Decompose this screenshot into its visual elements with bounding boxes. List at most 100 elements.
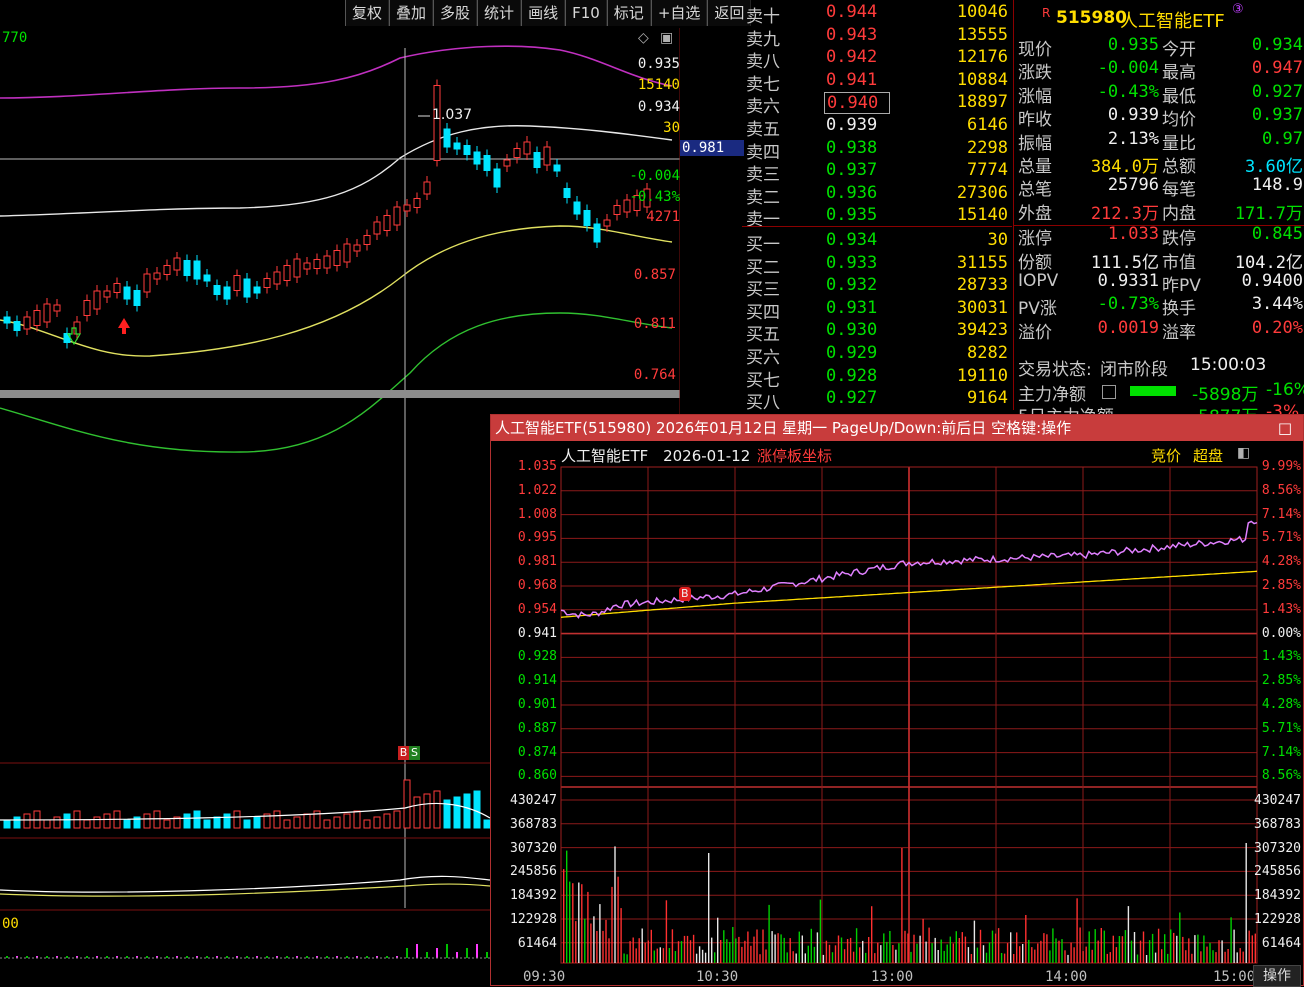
sell-level-row[interactable]: 卖九 0.943 13555 bbox=[742, 25, 1012, 50]
toolbar-fuquan-button[interactable]: 复权 bbox=[345, 0, 390, 26]
toolbar-f10-button[interactable]: F10 bbox=[565, 0, 607, 26]
popup-time-label: 09:30 bbox=[523, 969, 566, 985]
toolbar-multi-stock-button[interactable]: 多股 bbox=[433, 0, 478, 26]
sell-level-row[interactable]: 卖六 0.940 18897 bbox=[742, 92, 1012, 117]
buy-level-row[interactable]: 买三 0.932 28733 bbox=[742, 275, 1012, 300]
volume-bar bbox=[647, 940, 649, 963]
quote-key: PV涨 bbox=[1018, 299, 1057, 320]
buy-level-row[interactable]: 买四 0.931 30031 bbox=[742, 298, 1012, 323]
candle-body bbox=[473, 151, 481, 165]
popup-pct-label: 2.85% bbox=[1261, 578, 1301, 593]
toolbar-overlay-button[interactable]: 叠加 bbox=[389, 0, 434, 26]
level-price: 0.934 bbox=[826, 230, 878, 250]
sell-level-row[interactable]: 卖十 0.944 10046 bbox=[742, 2, 1012, 27]
quote-key: 涨停 bbox=[1018, 229, 1052, 250]
candle-body bbox=[463, 145, 471, 155]
sell-level-row[interactable]: 卖七 0.941 10884 bbox=[742, 70, 1012, 95]
candle-body bbox=[213, 285, 221, 295]
indicator-bar bbox=[266, 956, 268, 958]
level-volume: 30 bbox=[987, 230, 1008, 250]
volume-bar bbox=[353, 810, 361, 829]
toolbar-mark-button[interactable]: 标记 bbox=[606, 0, 651, 26]
sell-level-row[interactable]: 卖八 0.942 12176 bbox=[742, 47, 1012, 72]
popup-price-label: 1.022 bbox=[517, 482, 557, 498]
quote-value: 0.937 bbox=[1251, 105, 1303, 126]
popup-vol-label-right: 368783 bbox=[1254, 816, 1301, 832]
quote-value: 3.44% bbox=[1251, 294, 1303, 315]
level-label: 卖十 bbox=[746, 7, 780, 27]
volume-bar bbox=[1188, 938, 1190, 963]
volume-bar bbox=[1046, 934, 1048, 963]
quote-value: 25796 bbox=[1107, 175, 1159, 196]
level-volume: 8282 bbox=[967, 343, 1008, 363]
popup-vol-label-right: 122928 bbox=[1254, 912, 1301, 927]
volume-bar bbox=[273, 810, 281, 829]
sell-level-row[interactable]: 卖五 0.939 6146 bbox=[742, 115, 1012, 140]
candle-body bbox=[413, 198, 421, 208]
volume-bar bbox=[599, 904, 601, 963]
quote-value: 2.13% bbox=[1107, 128, 1159, 149]
volume-bar bbox=[1215, 952, 1217, 963]
intraday-popup[interactable]: 人工智能ETF(515980) 2026年01月12日 星期一 PageUp/D… bbox=[490, 414, 1304, 987]
quote-value: 0.0019 bbox=[1097, 317, 1159, 338]
buy-level-row[interactable]: 买一 0.934 30 bbox=[742, 230, 1012, 255]
indicator-bar bbox=[326, 956, 328, 958]
operation-button[interactable]: 操作 bbox=[1253, 965, 1301, 987]
volume-bar bbox=[762, 929, 764, 963]
quote-key: 外盘 bbox=[1018, 203, 1052, 224]
candle-body bbox=[543, 146, 551, 166]
indicator-bar bbox=[386, 956, 388, 958]
volume-bar bbox=[928, 927, 930, 963]
popup-price-label: 0.954 bbox=[517, 601, 557, 617]
volume-bar bbox=[1013, 954, 1015, 963]
volume-bar bbox=[777, 933, 779, 963]
sell-level-row[interactable]: 卖一 0.935 15140 bbox=[742, 205, 1012, 230]
indicator-bar bbox=[486, 952, 488, 958]
volume-bar bbox=[1115, 947, 1118, 963]
toolbar-stats-button[interactable]: 统计 bbox=[477, 0, 522, 26]
volume-bar bbox=[123, 819, 131, 829]
volume-bar bbox=[834, 945, 837, 963]
toolbar-watchlist-button[interactable]: +自选 bbox=[650, 0, 708, 26]
sell-level-row[interactable]: 卖三 0.937 7774 bbox=[742, 160, 1012, 185]
volume-bar bbox=[904, 930, 906, 963]
level-price: 0.942 bbox=[826, 47, 878, 68]
candle-body bbox=[143, 273, 151, 293]
toolbar-draw-button[interactable]: 画线 bbox=[521, 0, 566, 26]
volume-bar bbox=[967, 947, 970, 963]
volume-bar bbox=[1010, 932, 1012, 963]
sell-level-row[interactable]: 卖二 0.936 27306 bbox=[742, 183, 1012, 208]
volume-bar bbox=[183, 813, 191, 829]
quote-key: 溢率 bbox=[1162, 322, 1196, 343]
quote-key: IOPV bbox=[1018, 271, 1059, 291]
volume-bar bbox=[997, 928, 1000, 963]
quote-value: 0.9331 bbox=[1097, 271, 1159, 291]
buy-level-row[interactable]: 买八 0.927 9164 bbox=[742, 388, 1012, 413]
buy-level-row[interactable]: 买七 0.928 19110 bbox=[742, 366, 1012, 391]
volume-bar bbox=[792, 951, 794, 963]
quote-value: 3.60亿 bbox=[1245, 157, 1303, 177]
volume-bar bbox=[1233, 929, 1235, 963]
buy-level-row[interactable]: 买二 0.933 31155 bbox=[742, 253, 1012, 278]
candle-body bbox=[13, 321, 21, 331]
level-volume: 10046 bbox=[956, 2, 1008, 22]
volume-bar bbox=[1145, 955, 1148, 963]
volume-bar bbox=[373, 816, 381, 829]
r-badge: R bbox=[1042, 6, 1051, 20]
level-label: 卖九 bbox=[746, 29, 780, 50]
volume-bar bbox=[756, 929, 758, 963]
volume-bar bbox=[991, 930, 994, 963]
volume-bar bbox=[765, 949, 767, 963]
candle-body bbox=[373, 221, 381, 235]
candle-body bbox=[303, 262, 311, 270]
volume-bar bbox=[590, 923, 592, 963]
quote-row: 外盘 212.3万 内盘 171.7万 bbox=[1014, 199, 1304, 224]
volume-bar bbox=[1182, 936, 1184, 963]
sell-level-row[interactable]: 卖四 0.938 2298 bbox=[742, 138, 1012, 163]
popup-vol-label-left: 430247 bbox=[510, 793, 557, 808]
volume-bar bbox=[626, 954, 628, 963]
buy-level-row[interactable]: 买六 0.929 8282 bbox=[742, 343, 1012, 368]
buy-level-row[interactable]: 买五 0.930 39423 bbox=[742, 320, 1012, 345]
candle-body bbox=[573, 201, 581, 215]
volume-bar bbox=[1100, 928, 1102, 963]
